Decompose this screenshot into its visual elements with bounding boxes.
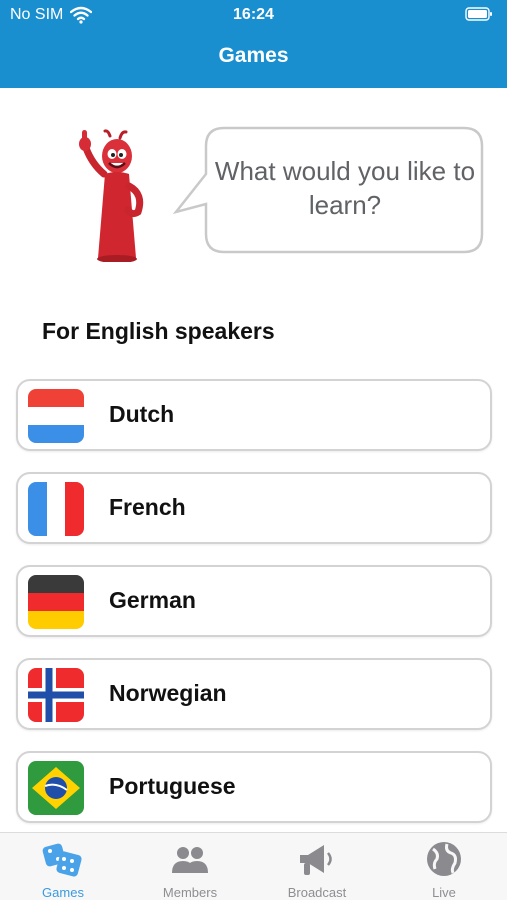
tab-label: Broadcast — [287, 885, 347, 900]
language-label: Norwegian — [109, 680, 227, 706]
section-heading: For English speakers — [42, 318, 275, 344]
tab-live[interactable]: Live — [381, 833, 507, 900]
tab-label: Live — [432, 885, 456, 900]
mascot-image — [79, 129, 144, 262]
tab-broadcast[interactable]: Broadcast — [254, 833, 380, 900]
tab-games[interactable]: Games — [0, 833, 126, 900]
tab-label: Members — [162, 885, 218, 900]
language-item-french[interactable]: French — [16, 472, 492, 544]
language-label: German — [109, 587, 196, 613]
language-list: Dutch French German Norwegian Portuguese — [16, 379, 492, 844]
page-title: Games — [218, 44, 289, 67]
tab-label: Games — [42, 885, 84, 900]
battery-icon — [465, 7, 492, 21]
language-item-portuguese[interactable]: Portuguese — [16, 751, 492, 823]
brazil-flag-icon — [28, 761, 84, 815]
germany-flag-icon — [28, 575, 84, 629]
globe-icon — [427, 842, 461, 876]
language-label: Dutch — [109, 401, 175, 427]
norway-flag-icon — [28, 668, 84, 722]
megaphone-icon — [300, 845, 332, 875]
netherlands-flag-icon — [28, 389, 84, 443]
app-header: No SIM 16:24 Games — [0, 0, 507, 88]
language-item-dutch[interactable]: Dutch — [16, 379, 492, 451]
language-label: Portuguese — [109, 773, 236, 799]
france-flag-icon — [28, 482, 84, 536]
tab-members[interactable]: Members — [127, 833, 253, 900]
language-label: French — [109, 494, 186, 520]
language-item-german[interactable]: German — [16, 565, 492, 637]
clock: 16:24 — [233, 6, 274, 23]
prompt-text: What would you like to learn? — [214, 156, 476, 220]
language-item-norwegian[interactable]: Norwegian — [16, 658, 492, 730]
tab-bar: Games Members Broadcast Live — [0, 832, 507, 900]
status-bar: No SIM 16:24 — [0, 0, 507, 32]
dice-icon — [42, 843, 82, 877]
people-icon — [172, 847, 208, 873]
